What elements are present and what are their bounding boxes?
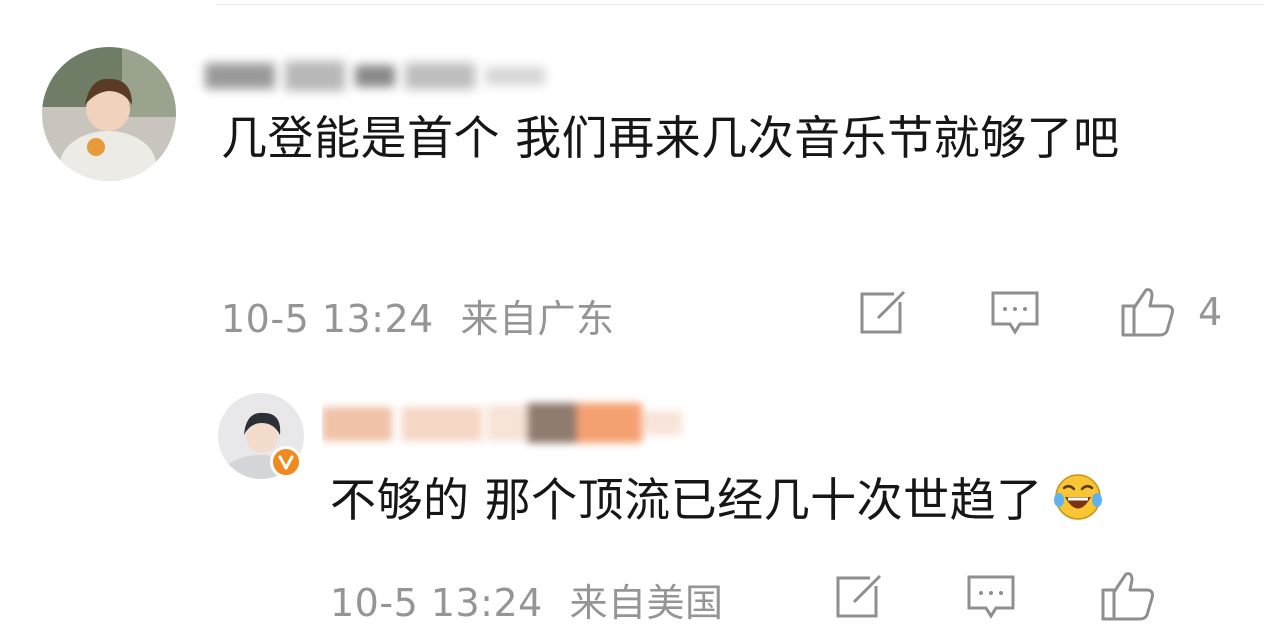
share-icon[interactable] [858, 290, 908, 336]
username-blurred[interactable] [185, 45, 565, 103]
top-divider [216, 4, 1264, 5]
verified-badge [270, 446, 302, 478]
comment-text-body: 不够的 那个顶流已经几十次世趋了 [330, 473, 1043, 527]
username-blurred[interactable] [322, 393, 702, 451]
thumb-up-icon[interactable] [1120, 286, 1176, 338]
comment-text: 几登能是首个 我们再来几次音乐节就够了吧 [221, 111, 1120, 165]
reply-icon[interactable] [966, 574, 1016, 620]
comment-meta: 10-5 13:24 来自美国 [330, 572, 723, 627]
laughing-crying-emoji [1053, 471, 1103, 542]
reply-icon[interactable] [990, 290, 1040, 336]
comment-meta: 10-5 13:24 来自广东 [221, 288, 614, 343]
comment-time: 10-5 13:24 [221, 297, 434, 341]
comment-time: 10-5 13:24 [330, 581, 543, 625]
thumb-up-icon[interactable] [1100, 570, 1156, 622]
comment-text: 不够的 那个顶流已经几十次世趋了 [330, 465, 1210, 542]
comment-location: 来自美国 [569, 581, 724, 625]
like-count: 4 [1198, 290, 1223, 334]
share-icon[interactable] [834, 574, 884, 620]
commenter-avatar[interactable] [42, 47, 176, 181]
comment-location: 来自广东 [460, 297, 615, 341]
